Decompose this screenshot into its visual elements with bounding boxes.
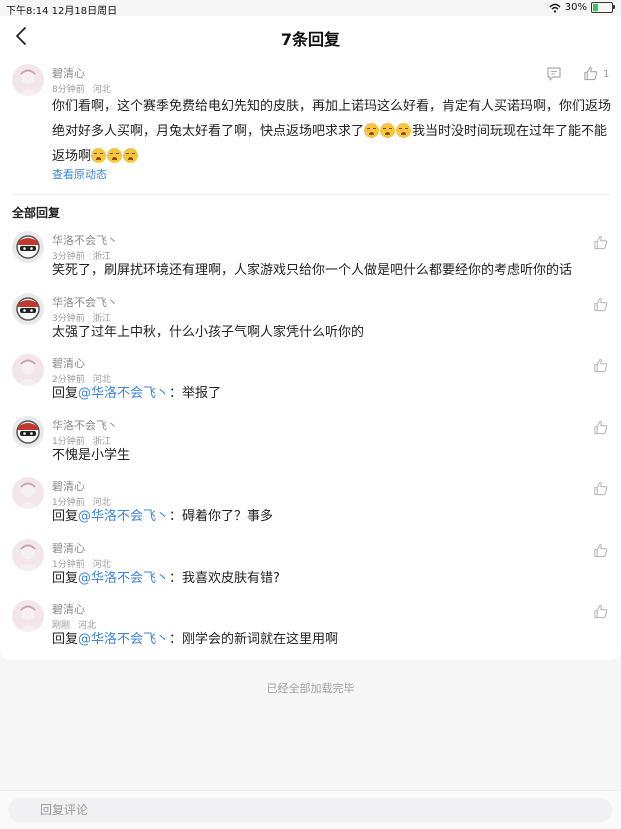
main-comment-line-3: 返场啊 [52, 144, 612, 169]
page-title: 7条回复 [280, 30, 341, 49]
reply-text: 不愧是小学生 [52, 443, 130, 468]
reply-body: 笑死了，刷屏扰环境还有理啊，人家游戏只给你一个人做是吧什么都要经你的考虑听你的话 [52, 263, 573, 278]
avatar[interactable] [12, 292, 44, 325]
bottom-bar [0, 790, 621, 829]
reply-prefix: 回复 [52, 570, 79, 586]
reply-user[interactable]: 华洛不会飞丶 [52, 417, 118, 433]
main-comment-line-2b: 我当时没时间玩现在过年了能不能 [412, 124, 608, 139]
reply-mention[interactable]: @华洛不会飞丶 [78, 632, 169, 647]
status-bar: 下午8:14 12月18日周日 30% [0, 0, 621, 17]
reply-user[interactable]: 碧清心 [52, 355, 85, 371]
avatar[interactable] [12, 600, 44, 632]
battery-percent: 30% [564, 2, 587, 13]
main-comment-text: 你们看啊，这个赛季免费给电幻先知的皮肤，再加上诺玛这么好看，肯定有人买诺玛啊，你… [52, 94, 612, 169]
reply-text: 太强了过年上中秋，什么小孩子气啊人家凭什么听你的 [52, 320, 364, 345]
main-comment-like-count: 1 [603, 69, 610, 80]
crying-emoji-icon [107, 148, 123, 163]
reply-body: ：碍着你了？事多 [169, 509, 274, 524]
thumbs-up-icon[interactable] [593, 235, 608, 250]
battery-fill [593, 4, 599, 11]
reply-prefix: 回复 [52, 386, 79, 401]
status-right: 30% [549, 2, 615, 13]
main-comment-user[interactable]: 碧清心 [52, 65, 85, 81]
crying-emoji-icon [380, 123, 396, 138]
thumbs-up-icon[interactable] [593, 481, 608, 496]
reply-body: ：我喜欢皮肤有错? [169, 570, 280, 586]
reply-text: 回复@华洛不会飞丶：举报了 [52, 381, 221, 406]
avatar[interactable] [12, 64, 44, 96]
thumbs-up-icon[interactable] [583, 66, 598, 81]
reply-text: 回复@华洛不会飞丶：我喜欢皮肤有错? [52, 566, 280, 591]
view-original-link[interactable]: 查看原动态 [52, 166, 107, 182]
reply-mention[interactable]: @华洛不会飞丶 [78, 571, 169, 586]
reply-prefix: 回复 [52, 632, 79, 647]
avatar[interactable] [12, 538, 44, 571]
avatar[interactable] [12, 354, 44, 386]
main-comment-line-2: 绝对好多人买啊，月兔太好看了啊，快点返场吧求求了 我当时没时间玩现在过年了能不能 [52, 119, 612, 144]
main-comment-line-3-text: 返场啊 [52, 149, 92, 164]
section-title-all-replies: 全部回复 [12, 206, 61, 220]
page-header: 7条回复 [0, 16, 621, 56]
crying-emoji-icon [91, 148, 107, 163]
reply-mention[interactable]: @华洛不会飞丶 [78, 386, 169, 401]
thumbs-up-icon[interactable] [593, 297, 608, 312]
reply-user[interactable]: 华洛不会飞丶 [52, 294, 118, 310]
reply-body: 太强了过年上中秋，什么小孩子气啊人家凭什么听你的 [52, 324, 365, 340]
comment-card: 碧清心 8分钟前 河北 1 你们看啊，这个赛季免费给电幻先知的皮肤，再加上诺玛这么… [0, 56, 621, 660]
wifi-icon [549, 3, 561, 13]
reply-body: ：举报了 [169, 386, 222, 401]
reply-user[interactable]: 碧清心 [52, 601, 85, 617]
avatar[interactable] [12, 477, 44, 509]
thumbs-up-icon[interactable] [593, 604, 608, 619]
divider [12, 194, 609, 195]
comment-icon[interactable] [546, 66, 562, 82]
crying-emoji-icon [396, 123, 412, 138]
reply-prefix: 回复 [52, 509, 79, 524]
battery-icon [591, 2, 615, 13]
reply-text: 回复@华洛不会飞丶：碍着你了？事多 [52, 504, 273, 529]
thumbs-up-icon[interactable] [593, 420, 608, 435]
main-comment-line-2a: 绝对好多人买啊，月兔太好看了啊，快点返场吧求求了 [52, 124, 365, 139]
reply-mention[interactable]: @华洛不会飞丶 [78, 509, 169, 524]
reply-user[interactable]: 碧清心 [52, 478, 85, 494]
thumbs-up-icon[interactable] [593, 358, 608, 373]
reply-text: 笑死了，刷屏扰环境还有理啊，人家游戏只给你一个人做是吧什么都要经你的考虑听你的话 [52, 258, 572, 283]
avatar[interactable] [12, 231, 44, 263]
avatar[interactable] [12, 415, 44, 448]
reply-comment-input[interactable] [8, 798, 612, 822]
thumbs-up-icon[interactable] [593, 543, 608, 558]
reply-user[interactable]: 华洛不会飞丶 [52, 232, 118, 248]
crying-emoji-icon [123, 148, 139, 163]
main-comment-line-1: 你们看啊，这个赛季免费给电幻先知的皮肤，再加上诺玛这么好看，肯定有人买诺玛啊，你… [52, 99, 612, 114]
loaded-all-text: 已经全部加载完毕 [266, 682, 355, 695]
reply-text: 回复@华洛不会飞丶：刚学会的新词就在这里用啊 [52, 627, 338, 652]
status-time: 下午8:14 12月18日周日 [6, 6, 118, 17]
reply-body: 不愧是小学生 [52, 447, 131, 463]
reply-user[interactable]: 碧清心 [52, 540, 85, 556]
reply-body: ：刚学会的新词就在这里用啊 [169, 632, 339, 647]
crying-emoji-icon [364, 123, 380, 138]
